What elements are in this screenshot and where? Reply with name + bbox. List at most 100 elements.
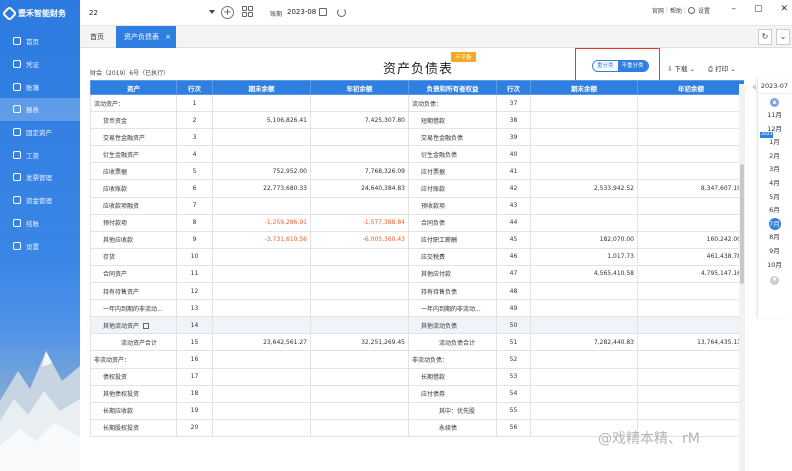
table-cell[interactable] [637, 196, 744, 215]
print-button[interactable]: ⎙ 打印 ⌄ [708, 63, 736, 74]
scroll-thumb[interactable] [740, 164, 744, 284]
table-cell[interactable] [212, 93, 311, 113]
table-cell[interactable] [212, 401, 311, 420]
month-item[interactable]: 11月 [758, 109, 791, 123]
table-cell[interactable]: 22,773,680.33 [212, 179, 311, 198]
table-cell[interactable] [530, 299, 638, 318]
table-cell[interactable]: -3,731,610.56 [212, 230, 311, 249]
table-cell[interactable] [212, 367, 311, 386]
table-cell[interactable] [212, 384, 311, 403]
help-link[interactable]: 帮助 [670, 6, 682, 15]
table-cell[interactable] [530, 128, 638, 147]
table-cell[interactable] [637, 350, 744, 369]
table-cell[interactable] [212, 316, 311, 335]
chevron-up-icon[interactable]: ▲ [770, 98, 779, 107]
table-cell[interactable] [637, 299, 744, 318]
table-cell[interactable] [530, 282, 638, 301]
table-cell[interactable]: 8,347,607.19 [637, 179, 744, 198]
no-reclassify-option[interactable]: 不重分类 [617, 61, 648, 71]
table-cell[interactable]: 7,768,326.09 [310, 162, 409, 181]
sidebar-item-2[interactable]: 账簿 [0, 75, 80, 98]
table-cell[interactable]: 160,242.00 [637, 230, 744, 249]
table-cell[interactable] [310, 196, 409, 215]
table-cell[interactable] [637, 316, 744, 335]
table-cell[interactable] [637, 128, 744, 147]
grid-apps-icon[interactable] [242, 6, 254, 18]
table-cell[interactable]: 7,425,307.80 [310, 111, 409, 130]
table-cell[interactable]: -1,259,286.91 [212, 213, 311, 232]
month-item[interactable]: 2月 [758, 150, 791, 164]
table-cell[interactable] [637, 213, 744, 232]
month-item[interactable]: 5月 [758, 191, 791, 205]
add-icon[interactable]: + [221, 6, 234, 19]
sidebar-item-8[interactable]: 结账 [0, 212, 80, 235]
table-cell[interactable] [530, 401, 638, 420]
tab-home[interactable]: 首页 [80, 26, 114, 48]
table-cell[interactable] [530, 196, 638, 215]
close-window-icon[interactable]: ✕ [780, 4, 788, 14]
table-cell[interactable]: -6,005,360.43 [310, 230, 409, 249]
table-cell[interactable]: 5,106,826.41 [212, 111, 311, 130]
table-cell[interactable]: 752,952.00 [212, 162, 311, 181]
table-cell[interactable] [637, 282, 744, 301]
table-cell[interactable]: 24,640,384.83 [310, 179, 409, 198]
sidebar-item-0[interactable]: 首页 [0, 30, 80, 53]
table-cell[interactable] [530, 111, 638, 130]
table-cell[interactable] [212, 282, 311, 301]
table-cell[interactable]: 2,533,942.52 [530, 179, 638, 198]
table-cell[interactable]: 4,565,410.58 [530, 264, 638, 284]
settings-link[interactable]: 设置 [698, 6, 710, 15]
table-cell[interactable]: 13,764,435.13 [637, 333, 744, 352]
account-select[interactable]: 22 [86, 5, 218, 21]
table-cell[interactable] [310, 316, 409, 335]
maximize-icon[interactable]: ▢ [754, 4, 763, 14]
table-cell[interactable] [530, 367, 638, 386]
table-cell[interactable] [530, 384, 638, 403]
table-cell[interactable] [530, 145, 638, 164]
table-cell[interactable] [212, 299, 311, 318]
vertical-scrollbar[interactable] [739, 84, 745, 471]
month-item[interactable]: 2023 1月 [758, 132, 791, 150]
table-cell[interactable] [637, 367, 744, 386]
table-cell[interactable] [212, 196, 311, 215]
table-cell[interactable]: 4,795,147.16 [637, 264, 744, 284]
table-cell[interactable] [310, 384, 409, 403]
table-cell[interactable] [212, 418, 311, 437]
download-button[interactable]: ⇩ 下载 ⌄ [667, 63, 695, 73]
chevron-down-icon[interactable]: ▼ [770, 276, 779, 286]
table-cell[interactable] [310, 299, 409, 318]
table-cell[interactable] [310, 282, 409, 301]
reclassify-option[interactable]: 重分类 [593, 61, 618, 71]
month-item[interactable]: 6月 [758, 204, 791, 218]
month-item[interactable]: 7月 [758, 217, 791, 232]
month-item[interactable]: 4月 [758, 177, 791, 191]
tab-balance-sheet[interactable]: 资产负债表 × [116, 26, 176, 48]
table-cell[interactable] [637, 111, 744, 130]
sidebar-item-4[interactable]: 固定资产 [0, 121, 80, 144]
table-cell[interactable] [530, 350, 638, 369]
official-site-link[interactable]: 官网 [652, 6, 664, 15]
table-cell[interactable] [310, 93, 409, 113]
sidebar-item-5[interactable]: 工资 [0, 143, 80, 166]
table-cell[interactable] [637, 384, 744, 403]
expand-icon[interactable] [143, 323, 150, 330]
table-cell[interactable] [212, 350, 311, 369]
table-cell[interactable] [310, 128, 409, 147]
month-item[interactable]: 8月 [758, 231, 791, 245]
table-cell[interactable] [637, 145, 744, 164]
refresh-icon[interactable] [337, 8, 346, 17]
minimize-icon[interactable]: – [731, 4, 736, 14]
sidebar-item-1[interactable]: 凭证 [0, 53, 80, 76]
table-cell[interactable] [212, 247, 311, 266]
table-cell[interactable]: 7,282,440.83 [530, 333, 638, 352]
table-cell[interactable] [310, 264, 409, 284]
sidebar-item-6[interactable]: 发票管理 [0, 166, 80, 189]
table-cell[interactable] [637, 162, 744, 181]
table-cell[interactable] [530, 316, 638, 335]
reload-icon[interactable]: ↻ [758, 29, 772, 45]
table-cell[interactable] [310, 350, 409, 369]
month-item[interactable]: 10月 [758, 259, 791, 273]
month-item[interactable]: 3月 [758, 163, 791, 177]
calendar-icon[interactable] [319, 8, 327, 16]
table-cell[interactable] [310, 401, 409, 420]
